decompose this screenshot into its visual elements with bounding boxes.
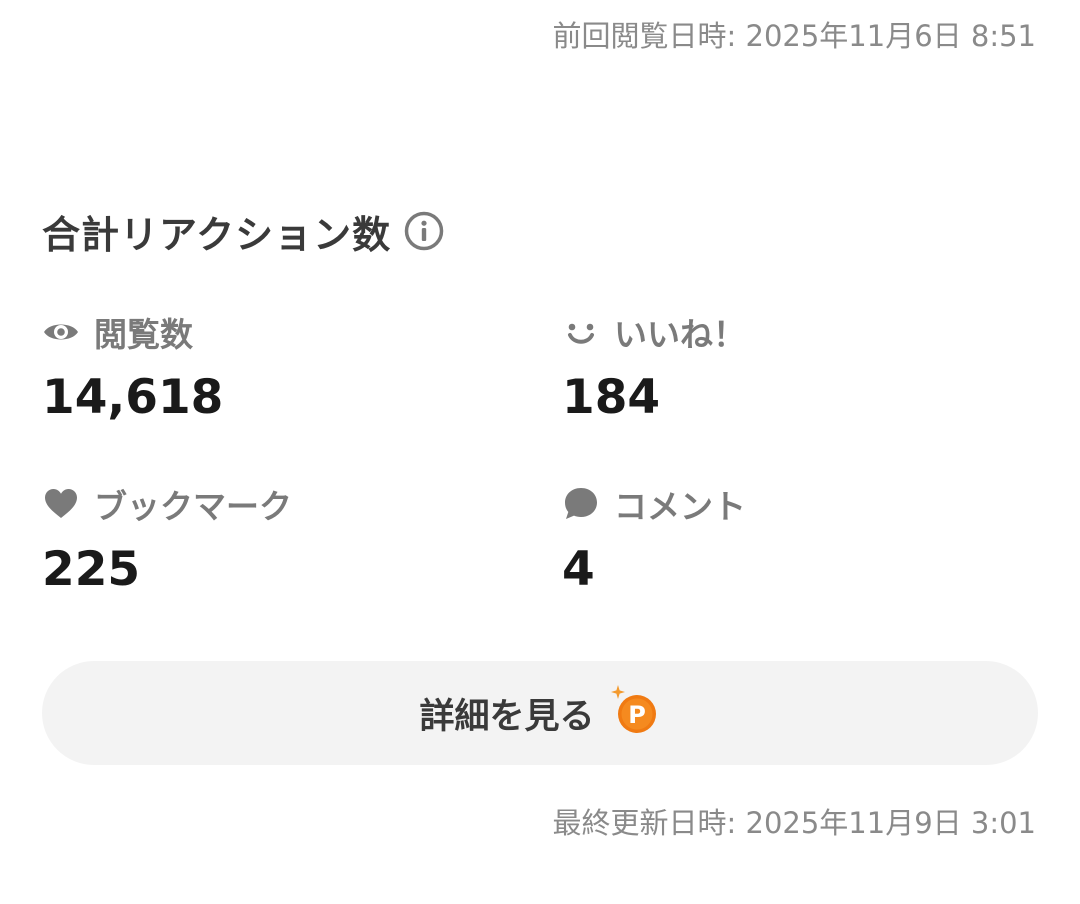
stat-comments: コメント 4 xyxy=(562,482,1022,600)
view-details-button[interactable]: 詳細を見る P xyxy=(42,661,1038,765)
speech-bubble-icon xyxy=(562,485,600,523)
stat-views-label: 閲覧数 xyxy=(94,315,193,354)
stat-likes-label-row: いいね！ xyxy=(562,310,1022,354)
stat-likes: いいね！ 184 xyxy=(562,310,1022,428)
view-details-label: 詳細を見る xyxy=(419,696,595,737)
stat-views-label-row: 閲覧数 xyxy=(42,310,502,354)
stat-bookmarks-value: 225 xyxy=(42,542,141,597)
smile-icon xyxy=(562,313,600,351)
section-title-text: 合計リアクション数 xyxy=(42,212,392,257)
stat-likes-value: 184 xyxy=(562,370,661,425)
stat-comments-label: コメント xyxy=(614,487,746,526)
stat-views: 閲覧数 14,618 xyxy=(42,310,502,428)
stat-comments-value: 4 xyxy=(562,542,595,597)
heart-icon xyxy=(42,485,80,523)
stat-likes-label: いいね！ xyxy=(614,315,746,354)
stat-bookmarks: ブックマーク 225 xyxy=(42,482,502,600)
stat-bookmarks-label-row: ブックマーク xyxy=(42,482,502,526)
stat-bookmarks-label: ブックマーク xyxy=(94,487,292,526)
stat-views-value: 14,618 xyxy=(42,370,224,425)
points-icon: P xyxy=(609,685,661,737)
points-icon-letter: P xyxy=(628,701,646,729)
info-icon[interactable] xyxy=(403,210,445,252)
stat-comments-label-row: コメント xyxy=(562,482,1022,526)
last-updated-timestamp: 最終更新日時: 2025年11月9日 3:01 xyxy=(552,806,1037,840)
eye-icon xyxy=(42,313,80,351)
last-viewed-timestamp: 前回閲覧日時: 2025年11月6日 8:51 xyxy=(552,19,1037,53)
section-title: 合計リアクション数 xyxy=(42,205,445,257)
